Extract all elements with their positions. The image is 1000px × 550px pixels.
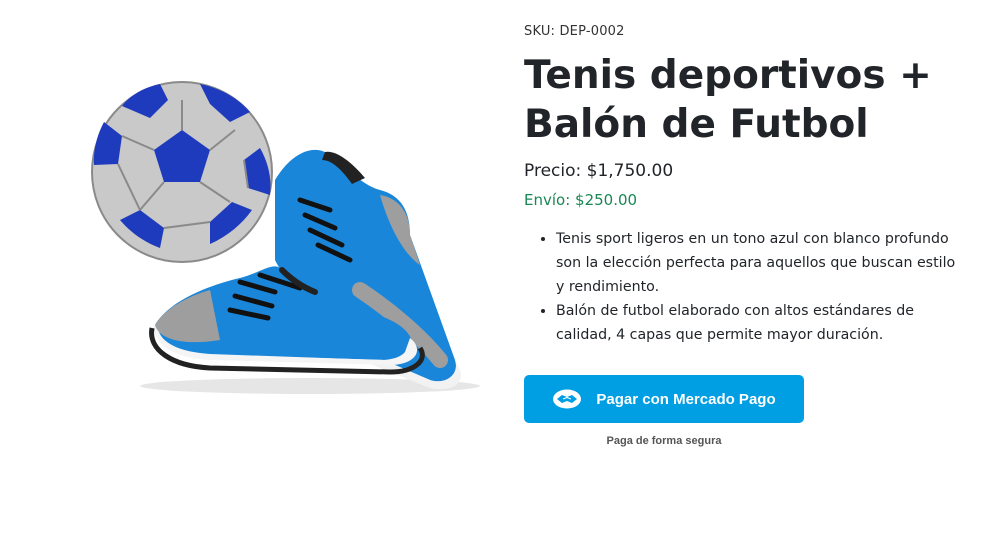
- handshake-icon: [552, 388, 582, 410]
- pay-with-mercado-pago-button[interactable]: Pagar con Mercado Pago: [524, 375, 804, 423]
- product-features: Tenis sport ligeros en un tono azul con …: [524, 227, 964, 347]
- product-info: SKU: DEP-0002 Tenis deportivos + Balón d…: [524, 24, 964, 447]
- feature-item: Tenis sport ligeros en un tono azul con …: [556, 227, 964, 299]
- product-illustration: [91, 81, 480, 394]
- product-sku: SKU: DEP-0002: [524, 24, 625, 39]
- product-title: Tenis deportivos + Balón de Futbol: [524, 53, 932, 147]
- product-image: [60, 60, 500, 420]
- pay-button-label: Pagar con Mercado Pago: [596, 390, 776, 408]
- product-price: Precio: $1,750.00: [524, 161, 674, 181]
- secure-payment-note: Paga de forma segura: [606, 435, 722, 447]
- feature-item: Balón de futbol elaborado con altos está…: [556, 299, 964, 347]
- soccer-ball: [91, 81, 273, 263]
- product-shipping: Envío: $250.00: [524, 191, 638, 209]
